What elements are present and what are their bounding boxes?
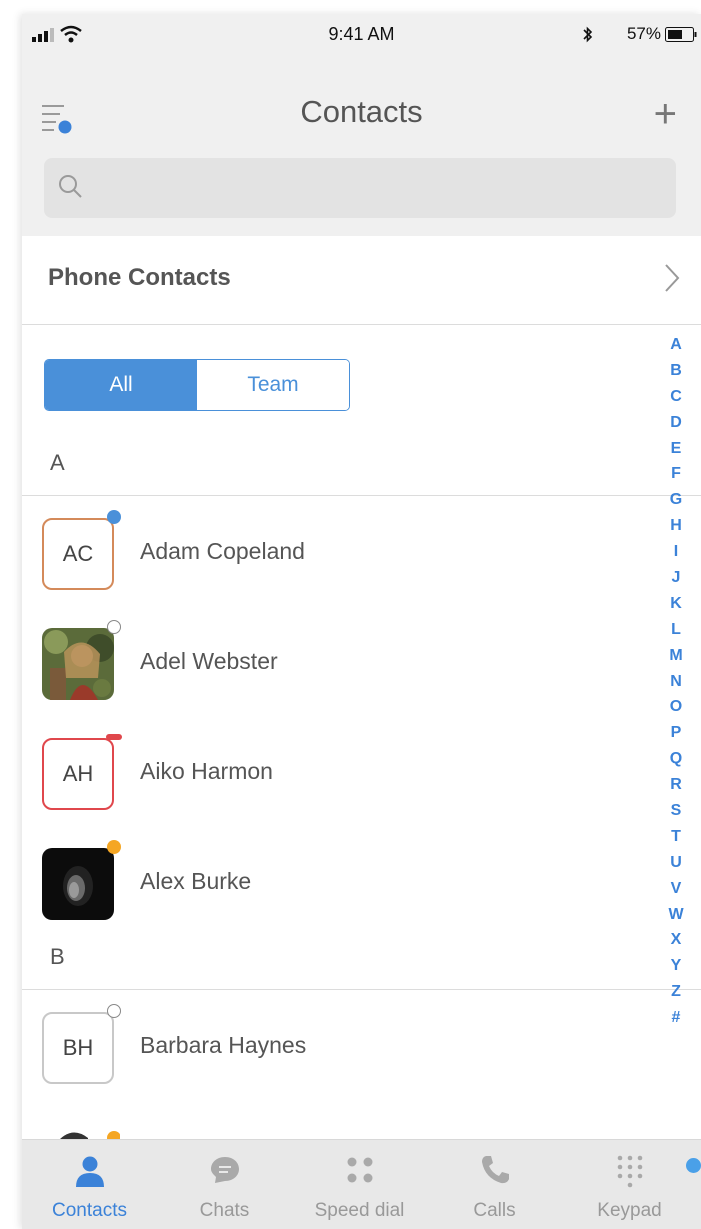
filter-segmented-control: All Team [44, 359, 350, 411]
status-offline-dot [107, 620, 121, 634]
search-input[interactable] [96, 168, 660, 210]
tab-label: Contacts [52, 1200, 127, 1221]
tab-label: Keypad [597, 1200, 662, 1221]
battery-icon [665, 27, 697, 42]
avatar: BH [42, 1012, 114, 1084]
search-icon [59, 175, 82, 198]
keypad-icon [617, 1155, 642, 1188]
contacts-header: Contacts + [22, 54, 701, 236]
portrait-photo [42, 848, 114, 920]
person-icon [75, 1156, 104, 1187]
battery-percent: 57% [626, 24, 661, 43]
avatar-initials: AH [62, 761, 94, 786]
status-busy-dot [106, 734, 122, 740]
bluetooth-icon [583, 26, 593, 43]
section-header-b: B [22, 920, 701, 990]
alphabet-index-letter[interactable]: F [666, 461, 686, 487]
alphabet-index-letter[interactable]: M [666, 643, 686, 669]
phone-contacts-label: Phone Contacts [48, 264, 231, 291]
contact-row-adam-copeland[interactable]: AC Adam Copeland [22, 500, 701, 610]
tab-speed-dial[interactable]: Speed dial [292, 1140, 427, 1229]
portrait-photo [42, 628, 114, 700]
alphabet-index-letter[interactable]: X [666, 927, 686, 953]
status-time: 9:41 AM [328, 24, 395, 44]
status-offline-dot [107, 1004, 121, 1018]
tab-calls[interactable]: Calls [427, 1140, 562, 1229]
section-letter: B [50, 944, 65, 969]
alphabet-index-letter[interactable]: C [666, 384, 686, 410]
phone-contacts-row[interactable]: Phone Contacts [22, 236, 701, 325]
alphabet-index-letter[interactable]: I [666, 539, 686, 565]
alphabet-index-letter[interactable]: T [666, 824, 686, 850]
tab-keypad[interactable]: Keypad [562, 1140, 697, 1229]
phone-screen: 9:41 AM 57% Contacts + Phone Contacts Al… [22, 14, 701, 1229]
speed-dial-dots-icon [347, 1157, 372, 1183]
tab-label: Speed dial [314, 1200, 405, 1221]
chevron-right-icon [665, 264, 680, 292]
divider [22, 495, 701, 496]
alphabet-index-letter[interactable]: Q [666, 746, 686, 772]
alphabet-index-letter[interactable]: A [666, 332, 686, 358]
add-contact-button[interactable]: + [654, 94, 677, 134]
status-available-dot [107, 510, 121, 524]
contact-name: Aiko Harmon [140, 758, 273, 784]
alphabet-index-letter[interactable]: N [666, 669, 686, 695]
contact-row-barbara-haynes[interactable]: BH Barbara Haynes [22, 994, 701, 1104]
floating-indicator-dot [686, 1158, 701, 1173]
avatar: AC [42, 518, 114, 590]
contact-name: Barbara Haynes [140, 1032, 307, 1058]
bottom-tab-bar: Contacts Chats Speed dial Calls Keypad [22, 1139, 701, 1229]
tab-chats[interactable]: Chats [157, 1140, 292, 1229]
alphabet-index-letter[interactable]: # [666, 1005, 686, 1031]
section-letter: A [50, 450, 65, 475]
search-bar[interactable] [44, 158, 676, 218]
contact-name: Adel Webster [140, 648, 278, 674]
section-header-a: A [22, 426, 701, 496]
status-bar: 9:41 AM 57% [22, 14, 701, 54]
alphabet-index-letter[interactable]: E [666, 436, 686, 462]
tab-label: Calls [473, 1200, 516, 1221]
avatar-photo [42, 848, 114, 920]
alphabet-index-letter[interactable]: V [666, 876, 686, 902]
alphabet-index-letter[interactable]: L [666, 617, 686, 643]
alphabet-index-letter[interactable]: Z [666, 979, 686, 1005]
alphabet-index-letter[interactable]: H [666, 513, 686, 539]
alphabet-index-letter[interactable]: Y [666, 953, 686, 979]
contact-name: Adam Copeland [140, 538, 305, 564]
status-away-dot [107, 840, 121, 854]
avatar-photo [42, 628, 114, 700]
alphabet-index-letter[interactable]: U [666, 850, 686, 876]
filter-all-tab[interactable]: All [45, 360, 197, 410]
avatar-initials: BH [62, 1035, 94, 1060]
alphabet-index-letter[interactable]: D [666, 410, 686, 436]
tab-contacts[interactable]: Contacts [22, 1140, 157, 1229]
avatar: AH [42, 738, 114, 810]
alphabet-index-letter[interactable]: G [666, 487, 686, 513]
contact-row-adel-webster[interactable]: Adel Webster [22, 610, 701, 720]
alphabet-index-letter[interactable]: O [666, 694, 686, 720]
phone-handset-icon [481, 1156, 509, 1184]
page-title: Contacts [300, 94, 423, 129]
tab-label: Chats [199, 1200, 250, 1221]
alphabet-index[interactable]: A B C D E F G H I J K L M N O P Q R S T U V W X Y Z # [666, 332, 686, 1031]
alphabet-index-letter[interactable]: B [666, 358, 686, 384]
alphabet-index-letter[interactable]: W [666, 902, 686, 928]
filter-team-tab[interactable]: Team [197, 360, 349, 410]
alphabet-index-letter[interactable]: K [666, 591, 686, 617]
alphabet-index-letter[interactable]: R [666, 772, 686, 798]
alphabet-index-letter[interactable]: P [666, 720, 686, 746]
contact-row-aiko-harmon[interactable]: AH Aiko Harmon [22, 720, 701, 830]
avatar-initials: AC [62, 541, 94, 566]
alphabet-index-letter[interactable]: S [666, 798, 686, 824]
divider [22, 989, 701, 990]
chat-bubble-icon [210, 1157, 239, 1183]
alphabet-index-letter[interactable]: J [666, 565, 686, 591]
contact-name: Alex Burke [140, 868, 252, 894]
